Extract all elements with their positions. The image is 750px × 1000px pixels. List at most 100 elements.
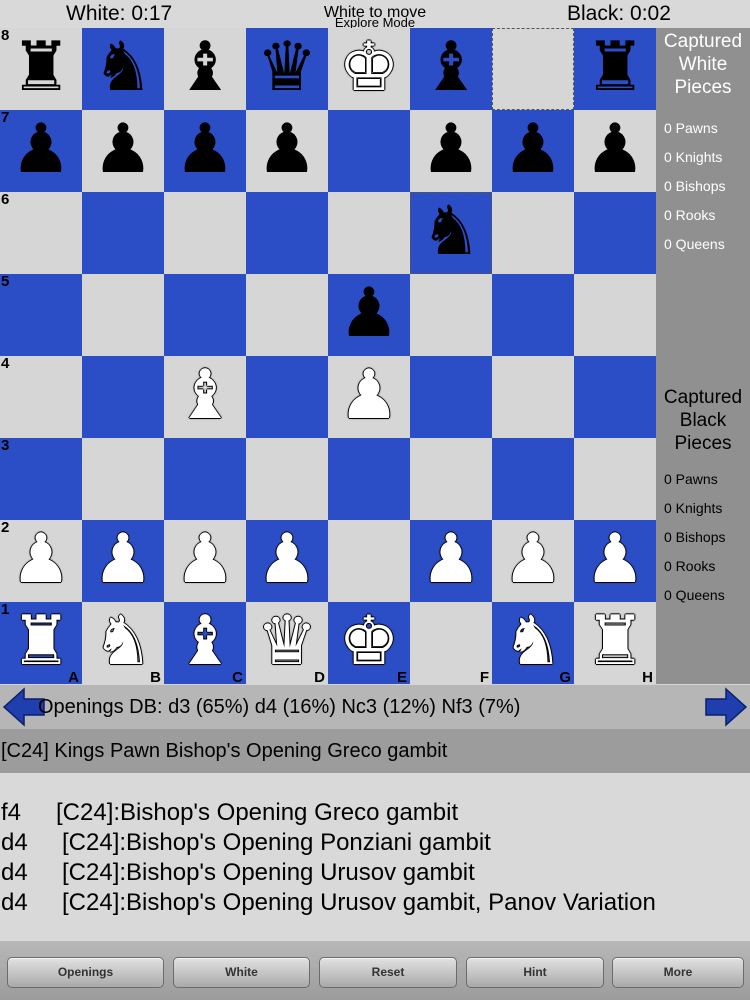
square-c5[interactable] bbox=[164, 274, 246, 356]
square-g8[interactable] bbox=[492, 28, 574, 110]
black-pawn-icon[interactable]: ♟ bbox=[246, 110, 328, 192]
square-g6[interactable] bbox=[492, 192, 574, 274]
black-pawn-icon[interactable]: ♟ bbox=[410, 110, 492, 192]
white-rook-icon[interactable]: ♜ bbox=[0, 602, 82, 684]
square-f4[interactable] bbox=[410, 356, 492, 438]
square-d6[interactable] bbox=[246, 192, 328, 274]
square-f6[interactable]: ♞ bbox=[410, 192, 492, 274]
square-a6[interactable]: 6 bbox=[0, 191, 82, 274]
black-pawn-icon[interactable]: ♟ bbox=[328, 274, 410, 356]
square-a7[interactable]: 7 ♟ bbox=[0, 109, 82, 192]
square-c7[interactable]: ♟ bbox=[164, 110, 246, 192]
square-b1[interactable]: B ♞ bbox=[82, 602, 164, 686]
square-h7[interactable]: ♟ bbox=[574, 110, 656, 192]
square-g2[interactable]: ♟ bbox=[492, 520, 574, 602]
square-e2[interactable] bbox=[328, 520, 410, 602]
square-a3[interactable]: 3 bbox=[0, 437, 82, 520]
square-g4[interactable] bbox=[492, 356, 574, 438]
square-c8[interactable]: ♝ bbox=[164, 28, 246, 110]
hint-button[interactable]: Hint bbox=[466, 957, 604, 988]
square-f3[interactable] bbox=[410, 438, 492, 520]
square-d3[interactable] bbox=[246, 438, 328, 520]
square-d4[interactable] bbox=[246, 356, 328, 438]
white-pawn-icon[interactable]: ♟ bbox=[328, 356, 410, 438]
white-knight-icon[interactable]: ♞ bbox=[492, 602, 574, 684]
white-knight-icon[interactable]: ♞ bbox=[82, 602, 164, 684]
square-h6[interactable] bbox=[574, 192, 656, 274]
black-pawn-icon[interactable]: ♟ bbox=[0, 110, 82, 192]
square-b6[interactable] bbox=[82, 192, 164, 274]
white-pawn-icon[interactable]: ♟ bbox=[82, 520, 164, 602]
reset-button[interactable]: Reset bbox=[319, 957, 457, 988]
white-pawn-icon[interactable]: ♟ bbox=[164, 520, 246, 602]
square-a5[interactable]: 5 bbox=[0, 273, 82, 356]
black-pawn-icon[interactable]: ♟ bbox=[164, 110, 246, 192]
more-button[interactable]: More bbox=[612, 957, 744, 988]
square-e5[interactable]: ♟ bbox=[328, 274, 410, 356]
white-queen-icon[interactable]: ♛ bbox=[246, 602, 328, 684]
square-g5[interactable] bbox=[492, 274, 574, 356]
square-e6[interactable] bbox=[328, 192, 410, 274]
black-pawn-icon[interactable]: ♟ bbox=[574, 110, 656, 192]
square-a8[interactable]: 8 ♜ bbox=[0, 27, 82, 110]
white-pawn-icon[interactable]: ♟ bbox=[492, 520, 574, 602]
square-d8[interactable]: ♛ bbox=[246, 28, 328, 110]
square-a2[interactable]: 2 ♟ bbox=[0, 519, 82, 602]
square-b2[interactable]: ♟ bbox=[82, 520, 164, 602]
square-f7[interactable]: ♟ bbox=[410, 110, 492, 192]
square-c6[interactable] bbox=[164, 192, 246, 274]
white-king-icon[interactable]: ♚ bbox=[328, 602, 410, 684]
square-e1[interactable]: E ♚ bbox=[328, 602, 410, 686]
square-e8[interactable]: ♚ bbox=[328, 28, 410, 110]
square-f5[interactable] bbox=[410, 274, 492, 356]
white-pawn-icon[interactable]: ♟ bbox=[0, 520, 82, 602]
openings-button[interactable]: Openings bbox=[7, 957, 164, 988]
black-knight-icon[interactable]: ♞ bbox=[82, 28, 164, 110]
right-arrow-icon[interactable] bbox=[704, 687, 748, 727]
black-rook-icon[interactable]: ♜ bbox=[0, 28, 82, 110]
square-c1[interactable]: C ♝ bbox=[164, 602, 246, 686]
square-h4[interactable] bbox=[574, 356, 656, 438]
square-c2[interactable]: ♟ bbox=[164, 520, 246, 602]
white-pawn-icon[interactable]: ♟ bbox=[410, 520, 492, 602]
black-knight-icon[interactable]: ♞ bbox=[410, 192, 492, 274]
square-e7[interactable] bbox=[328, 110, 410, 192]
square-g1[interactable]: G ♞ bbox=[492, 602, 574, 686]
square-b5[interactable] bbox=[82, 274, 164, 356]
square-a1[interactable]: 1 A ♜ bbox=[0, 601, 82, 686]
black-pawn-icon[interactable]: ♟ bbox=[82, 110, 164, 192]
square-f8[interactable]: ♝ bbox=[410, 28, 492, 110]
square-b4[interactable] bbox=[82, 356, 164, 438]
white-rook-icon[interactable]: ♜ bbox=[574, 602, 656, 684]
black-rook-icon[interactable]: ♜ bbox=[574, 28, 656, 110]
square-c3[interactable] bbox=[164, 438, 246, 520]
square-f1[interactable]: F bbox=[410, 602, 492, 686]
white-pawn-icon[interactable]: ♟ bbox=[574, 520, 656, 602]
square-d5[interactable] bbox=[246, 274, 328, 356]
square-g7[interactable]: ♟ bbox=[492, 110, 574, 192]
square-h3[interactable] bbox=[574, 438, 656, 520]
square-c4[interactable]: ♝ bbox=[164, 356, 246, 438]
square-h5[interactable] bbox=[574, 274, 656, 356]
black-bishop-icon[interactable]: ♝ bbox=[164, 28, 246, 110]
square-e3[interactable] bbox=[328, 438, 410, 520]
black-pawn-icon[interactable]: ♟ bbox=[492, 110, 574, 192]
white-bishop-icon[interactable]: ♝ bbox=[164, 602, 246, 684]
white-button[interactable]: White bbox=[173, 957, 310, 988]
square-d1[interactable]: D ♛ bbox=[246, 602, 328, 686]
black-bishop-icon[interactable]: ♝ bbox=[410, 28, 492, 110]
square-h2[interactable]: ♟ bbox=[574, 520, 656, 602]
white-bishop-icon[interactable]: ♝ bbox=[164, 356, 246, 438]
black-queen-icon[interactable]: ♛ bbox=[246, 28, 328, 110]
square-d7[interactable]: ♟ bbox=[246, 110, 328, 192]
square-f2[interactable]: ♟ bbox=[410, 520, 492, 602]
square-a4[interactable]: 4 bbox=[0, 355, 82, 438]
square-b8[interactable]: ♞ bbox=[82, 28, 164, 110]
square-g3[interactable] bbox=[492, 438, 574, 520]
chess-board[interactable]: 8 ♜ ♞ ♝ ♛ ♚ ♝ ♜ 7 ♟ ♟ ♟ ♟ ♟ ♟ ♟ 6 ♞ 5 ♟ 4 ♝ ♟ 3 2 ♟ ♟ ♟ ♟ ♟ ♟ ♟ 1 A ♜ B ♞ C ♝ D… bbox=[0, 27, 656, 686]
white-pawn-icon[interactable]: ♟ bbox=[246, 520, 328, 602]
square-b7[interactable]: ♟ bbox=[82, 110, 164, 192]
square-b3[interactable] bbox=[82, 438, 164, 520]
square-e4[interactable]: ♟ bbox=[328, 356, 410, 438]
square-d2[interactable]: ♟ bbox=[246, 520, 328, 602]
